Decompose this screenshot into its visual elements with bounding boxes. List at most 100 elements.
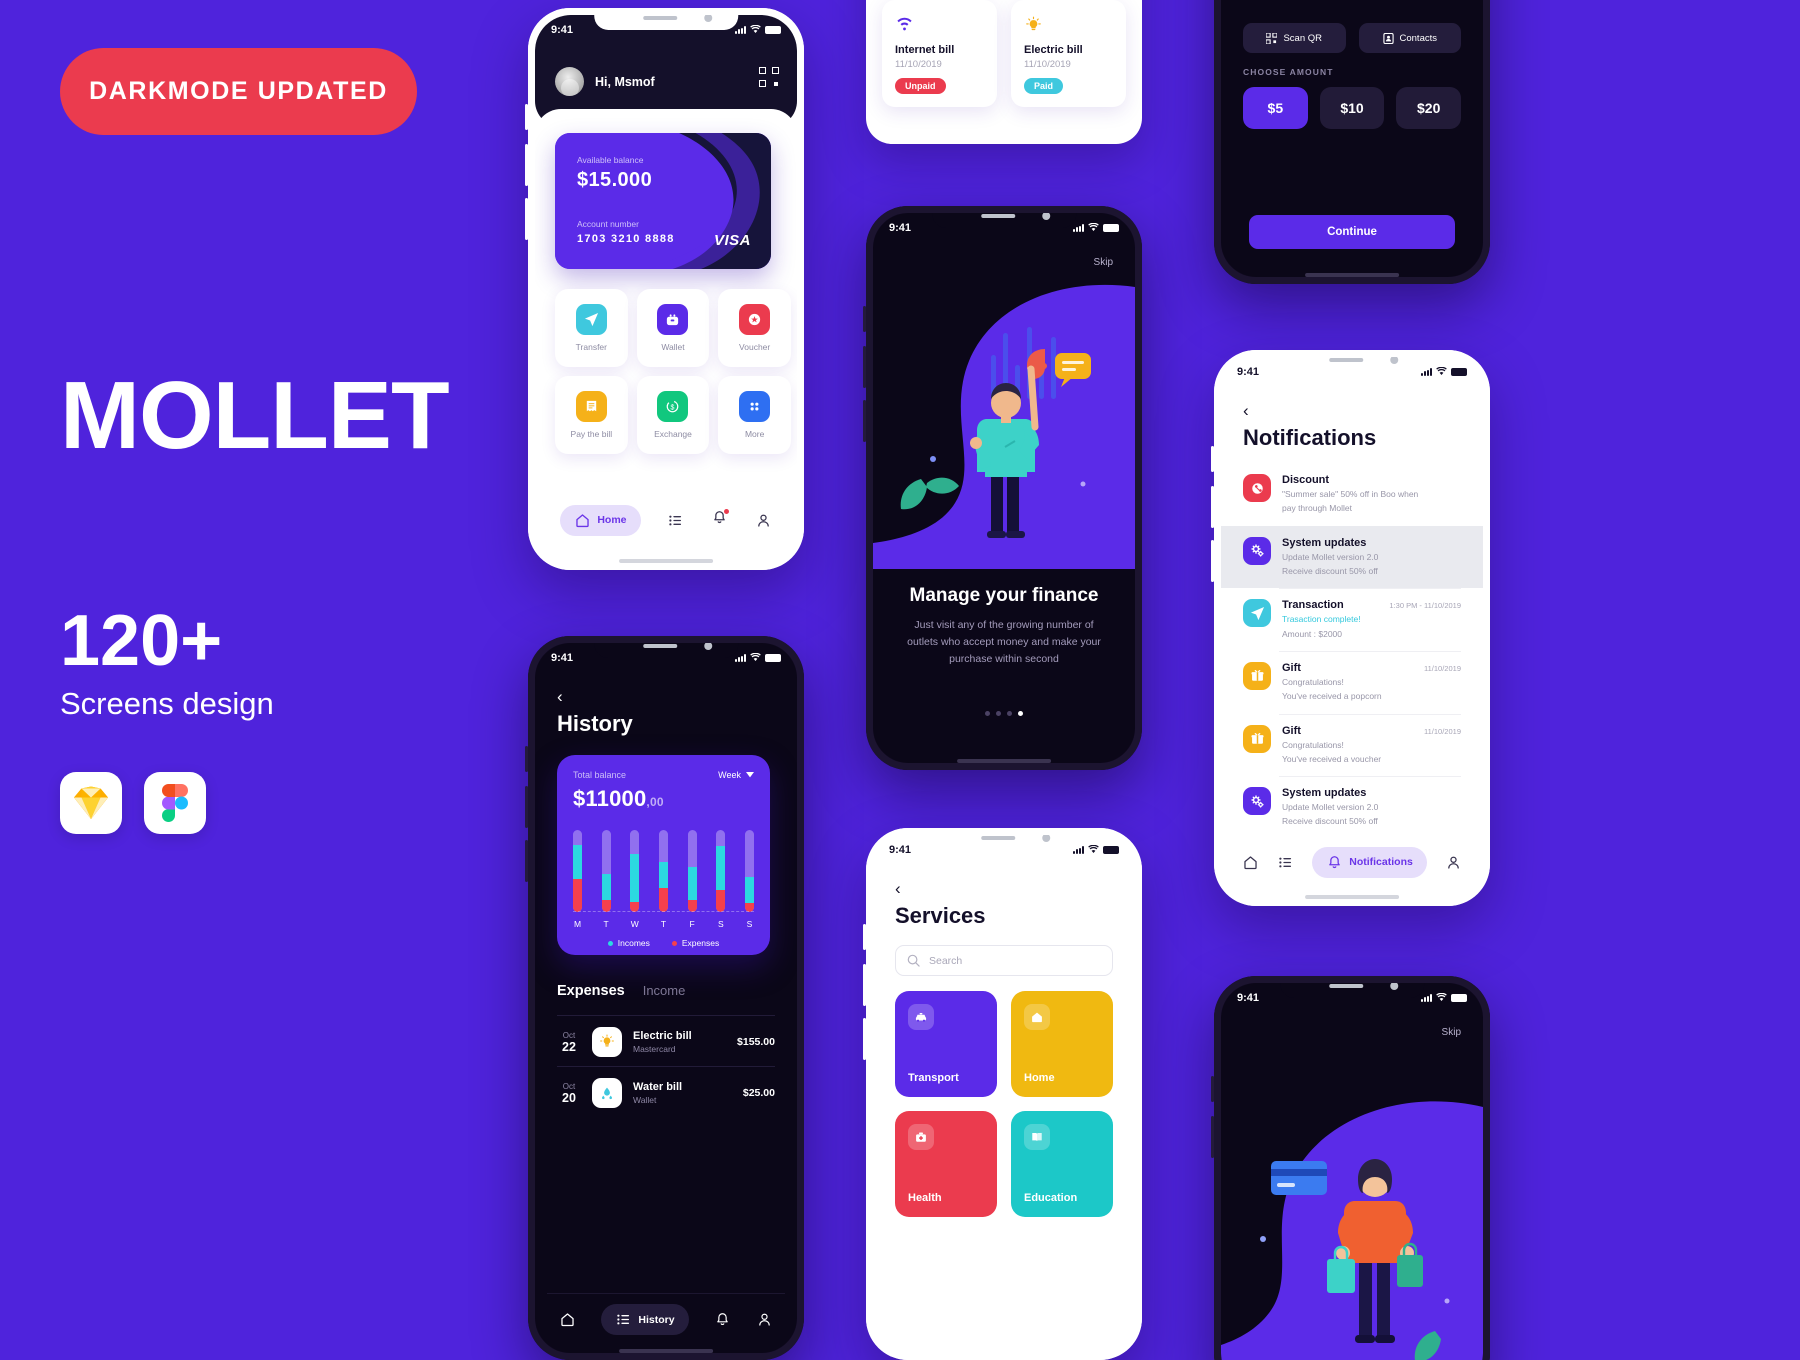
service-tile-transport[interactable]: Transport — [895, 991, 997, 1097]
chart-bar-incomes — [716, 846, 726, 890]
balance-card[interactable]: Available balance $15.000 Account number… — [555, 133, 771, 269]
home-icon[interactable] — [1242, 854, 1259, 871]
continue-button[interactable]: Continue — [1249, 215, 1455, 249]
search-input[interactable]: Search — [895, 945, 1113, 976]
bottom-nav: Notifications — [1233, 841, 1471, 883]
qr-code-icon[interactable] — [759, 67, 779, 87]
notification-item[interactable]: System updates Update Mollet version 2.0 R… — [1221, 776, 1483, 837]
wifi-icon — [750, 653, 761, 661]
notification-item[interactable]: Transaction 1:30 PM - 11/10/2019 Trasactio… — [1221, 588, 1483, 651]
list-icon[interactable] — [1277, 854, 1294, 871]
home-indicator — [1305, 273, 1399, 277]
user-icon[interactable] — [756, 1311, 773, 1328]
page-title: Services — [895, 903, 986, 928]
table-row[interactable]: Oct 22 Electric bill Mastercard $155.00 — [557, 1015, 775, 1057]
phone-notifications-screen: 9:41 ‹ Notifications Discount "Summer sal… — [1211, 350, 1490, 906]
service-tile-health[interactable]: Health — [895, 1111, 997, 1217]
wifi-icon — [895, 13, 984, 35]
avatar[interactable] — [555, 67, 584, 96]
notification-item[interactable]: Discount "Summer sale" 50% off in Boo whe… — [1221, 463, 1483, 526]
search-icon — [907, 954, 920, 967]
figma-icon[interactable] — [144, 772, 206, 834]
quick-action-exchange[interactable]: $ Exchange — [636, 376, 710, 454]
nav-item-notifications[interactable] — [711, 509, 729, 531]
chevron-down-icon — [746, 772, 754, 778]
signal-icon — [735, 653, 746, 662]
tab-expenses[interactable]: Expenses — [557, 983, 625, 999]
nav-item-history[interactable]: History — [601, 1304, 689, 1335]
signal-icon — [1073, 845, 1084, 854]
gears-icon — [1243, 787, 1271, 816]
side-button-mute — [863, 306, 866, 332]
back-button[interactable]: ‹ — [557, 687, 563, 707]
notification-item[interactable]: System updates Update Mollet version 2.0 R… — [1221, 525, 1483, 589]
notification-header: Gift 11/10/2019 — [1282, 662, 1461, 674]
user-icon[interactable] — [1445, 854, 1462, 871]
quick-action-wallet[interactable]: Wallet — [636, 289, 710, 367]
notification-line: "Summer sale" 50% off in Boo when — [1282, 489, 1419, 499]
service-tile-home[interactable]: Home — [1011, 991, 1113, 1097]
scan-qr-button[interactable]: Scan QR — [1243, 23, 1346, 53]
status-badge: Unpaid — [895, 78, 946, 94]
bill-card-internet[interactable]: Internet bill 11/10/2019 Unpaid — [882, 0, 997, 107]
chart-bar-expenses — [601, 900, 611, 912]
chart-x-label: M — [573, 919, 582, 929]
notification-title: Gift — [1282, 724, 1301, 737]
quick-action-voucher[interactable]: Voucher — [718, 289, 791, 367]
nav-item-home[interactable]: Home — [560, 504, 641, 536]
quick-actions-grid: Transfer Wallet Voucher Pay the bill $ E… — [555, 289, 791, 454]
quick-action-label: Voucher — [739, 342, 771, 352]
status-bar: 9:41 — [873, 835, 1135, 859]
back-button[interactable]: ‹ — [1243, 401, 1249, 421]
quick-action-more[interactable]: More — [718, 376, 791, 454]
side-button-mute — [1211, 446, 1214, 472]
quick-action-transfer[interactable]: Transfer — [555, 289, 628, 367]
status-time: 9:41 — [889, 221, 912, 234]
bill-name: Internet bill — [895, 44, 955, 56]
period-selector[interactable]: Week — [718, 770, 754, 780]
phone-onboarding-screen: 9:41 Skip Manage your finance Just visit… — [863, 206, 1142, 770]
notification-line: Update Mollet version 2.0 — [1282, 551, 1379, 562]
medkit-icon — [908, 1124, 934, 1150]
contacts-button[interactable]: Contacts — [1358, 23, 1461, 53]
chart-bar-incomes — [658, 862, 668, 888]
skip-button[interactable]: Skip — [1094, 257, 1113, 268]
chart-bar — [744, 830, 754, 912]
amount-option-10[interactable]: $10 — [1319, 87, 1385, 129]
table-row[interactable]: Oct 20 Water bill Wallet $25.00 — [557, 1066, 775, 1108]
send-icon — [1243, 599, 1271, 628]
notification-item[interactable]: Gift 11/10/2019 Congratulations! You've rec… — [1221, 650, 1483, 714]
quick-action-label: Exchange — [654, 429, 692, 439]
notification-line: You've received a popcorn — [1282, 691, 1382, 702]
bell-icon[interactable] — [714, 1311, 731, 1328]
amount-option-5[interactable]: $5 — [1243, 87, 1308, 129]
page-title: History — [557, 711, 633, 736]
side-button-mute — [525, 746, 528, 772]
nav-item-notifications[interactable]: Notifications — [1312, 846, 1427, 878]
tab-income[interactable]: Income — [643, 983, 686, 998]
chart-x-label: T — [660, 919, 667, 929]
history-tabs: Expenses Income — [557, 983, 685, 999]
home-icon[interactable] — [559, 1311, 576, 1328]
user-icon[interactable] — [755, 512, 772, 529]
side-button-volume-up — [863, 346, 866, 388]
back-button[interactable]: ‹ — [895, 879, 901, 899]
side-button-volume-up — [525, 144, 528, 186]
transaction-name: Electric bill — [633, 1030, 692, 1042]
gift-icon — [1243, 661, 1271, 690]
notification-body: System updates Update Mollet version 2.0 R… — [1282, 537, 1461, 578]
bill-card-electric[interactable]: Electric bill 11/10/2019 Paid — [1011, 0, 1126, 107]
chart-bar — [716, 830, 726, 912]
chart-bar-expenses — [630, 902, 640, 912]
notification-item[interactable]: Gift 11/10/2019 Congratulations! You've rec… — [1221, 713, 1483, 777]
service-label: Health — [908, 1192, 942, 1204]
skip-button[interactable]: Skip — [1442, 1027, 1461, 1038]
quick-action-pay-bill[interactable]: Pay the bill — [555, 376, 628, 454]
status-time: 9:41 — [1237, 365, 1260, 378]
amount-option-20[interactable]: $20 — [1396, 87, 1462, 129]
list-icon[interactable] — [667, 512, 684, 529]
service-tile-education[interactable]: Education — [1011, 1111, 1113, 1217]
chart-bar-incomes — [630, 854, 640, 902]
nav-label: Home — [597, 514, 627, 526]
sketch-icon[interactable] — [60, 772, 122, 834]
